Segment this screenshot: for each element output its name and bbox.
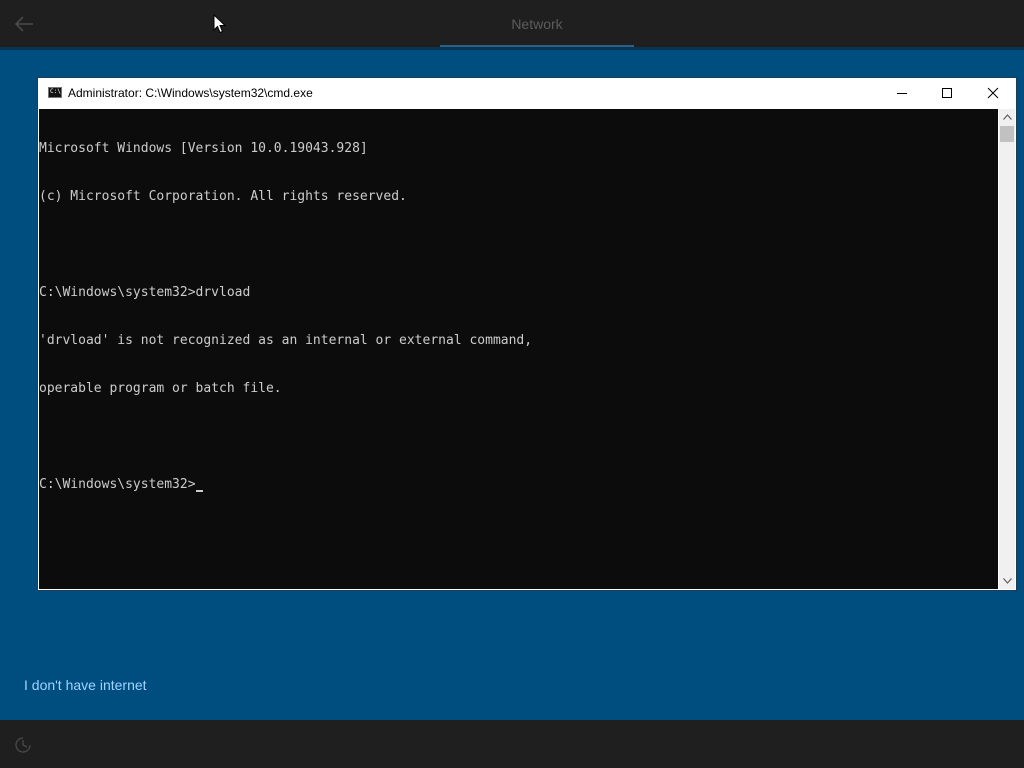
maximize-button[interactable] <box>924 78 970 108</box>
console-line: Microsoft Windows [Version 10.0.19043.92… <box>39 141 368 156</box>
console-line: operable program or batch file. <box>39 381 282 396</box>
top-divider <box>0 47 1024 50</box>
vertical-scrollbar[interactable] <box>999 109 1015 589</box>
bottom-bar <box>0 720 1024 768</box>
console-prompt: C:\Windows\system32> <box>39 477 196 492</box>
scroll-down-button[interactable] <box>999 573 1015 589</box>
top-bar: Network <box>0 0 1024 47</box>
close-icon <box>987 87 999 99</box>
ease-of-access-icon[interactable] <box>14 736 32 754</box>
console-prompt-line[interactable]: C:\Windows\system32> <box>39 477 532 493</box>
console-text: Microsoft Windows [Version 10.0.19043.92… <box>39 109 532 525</box>
chevron-up-icon <box>1002 114 1012 120</box>
no-internet-link[interactable]: I don't have internet <box>24 677 147 693</box>
console-line: C:\Windows\system32>drvload <box>39 285 251 300</box>
close-button[interactable] <box>970 78 1016 108</box>
console-output[interactable]: Microsoft Windows [Version 10.0.19043.92… <box>39 109 998 589</box>
page-title: Network <box>511 16 563 32</box>
window-titlebar[interactable]: C:\ Administrator: C:\Windows\system32\c… <box>38 78 1016 108</box>
cmd-app-icon: C:\ <box>48 87 62 98</box>
console-line: 'drvload' is not recognized as an intern… <box>39 333 533 348</box>
console-line: (c) Microsoft Corporation. All rights re… <box>39 189 407 204</box>
back-arrow-icon <box>14 16 33 32</box>
scroll-up-button[interactable] <box>999 109 1015 125</box>
chevron-down-icon <box>1002 578 1012 584</box>
minimize-icon <box>897 93 907 94</box>
maximize-icon <box>942 88 952 98</box>
text-cursor <box>195 490 203 492</box>
back-button[interactable] <box>10 10 38 38</box>
mouse-pointer-icon <box>213 14 227 34</box>
minimize-button[interactable] <box>879 78 925 108</box>
scroll-thumb[interactable] <box>1000 126 1014 142</box>
cmd-window[interactable]: C:\ Administrator: C:\Windows\system32\c… <box>38 78 1016 590</box>
window-title: Administrator: C:\Windows\system32\cmd.e… <box>68 86 313 100</box>
